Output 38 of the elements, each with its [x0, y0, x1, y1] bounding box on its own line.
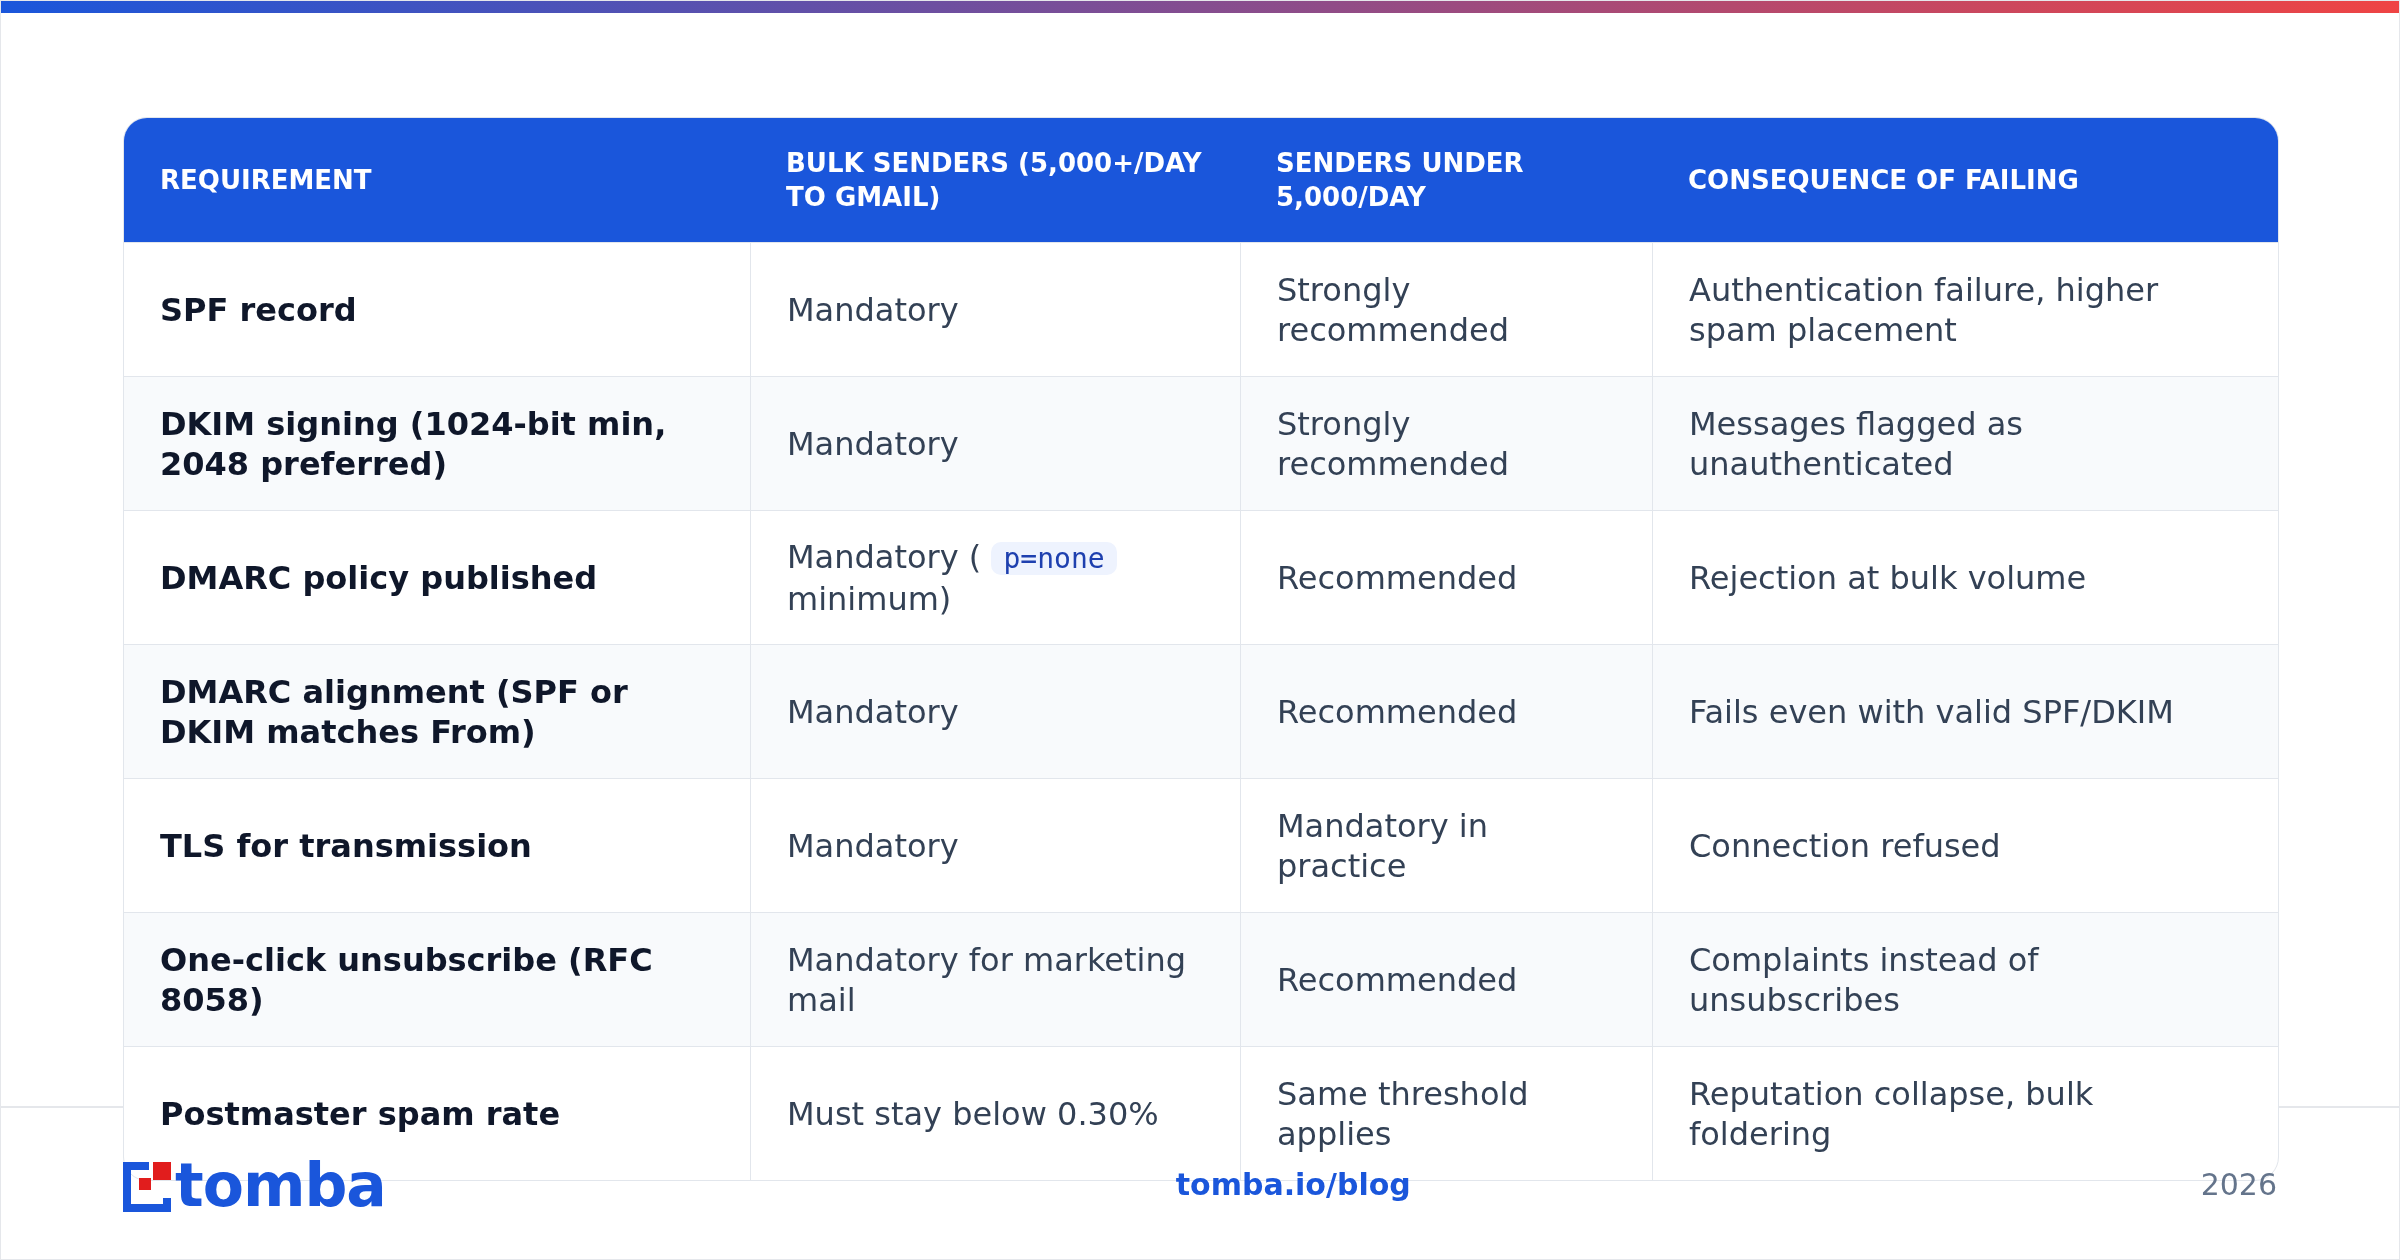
table-cell-text: Complaints instead of unsubscribes [1689, 939, 2040, 1020]
table-cell: Mandatory [787, 691, 959, 732]
table-cell-text: Same threshold applies [1277, 1073, 1530, 1154]
column-header: REQUIREMENT [160, 164, 372, 197]
table-cell: Recommended [1277, 691, 1518, 732]
table-cell-text: Mandatory for marketing mail [787, 939, 1188, 1020]
table-cell-text: Strongly recommended [1277, 269, 1510, 350]
year-text: 2026 [2200, 1167, 2277, 1202]
table-cell: Recommended [1277, 557, 1518, 598]
table-cell: Recommended [1277, 959, 1518, 1000]
column-header: CONSEQUENCE OF FAILING [1688, 164, 2079, 197]
table-cell: Mandatory [787, 423, 959, 464]
table-cell: Connection refused [1689, 825, 2001, 866]
table-cell: TLS for transmission [160, 825, 532, 866]
table-cell: Mandatory [787, 289, 959, 330]
table-cell: Mandatory [787, 825, 959, 866]
table-cell-text: One-click unsubscribe (RFC 8058) [160, 939, 654, 1020]
table-cell: SPF record [160, 289, 357, 330]
table-cell: Must stay below 0.30% [787, 1093, 1159, 1134]
logo-icon [123, 1161, 171, 1212]
code-chip: p=none [991, 541, 1117, 575]
table-cell-text: Messages flagged as unauthenticated [1689, 403, 2024, 484]
table-cell-text: DMARC alignment (SPF or DKIM matches From) [160, 671, 629, 752]
table-cell: Rejection at bulk volume [1689, 557, 2087, 598]
blog-link[interactable]: tomba.io/blog [1175, 1167, 1411, 1202]
logo-text: tomba [175, 1157, 386, 1212]
table-cell: Fails even with valid SPF/DKIM [1689, 691, 2174, 732]
cell-text: Mandatory ( [787, 537, 982, 576]
table-cell-text: DKIM signing (1024-bit min, 2048 preferred) [160, 403, 668, 484]
table-cell-text: Reputation collapse, bulk foldering [1689, 1073, 2095, 1154]
table-cell: Postmaster spam rate [160, 1093, 561, 1134]
table-cell-text: Mandatory in practice [1277, 805, 1489, 886]
table-cell-text: Authentication failure, higher spam placement [1689, 269, 2160, 350]
table-cell-text: Strongly recommended [1277, 403, 1510, 484]
table-cell: DMARC policy published [160, 557, 598, 598]
cell-text: minimum) [787, 579, 952, 618]
column-header: SENDERS UNDER 5,000/DAY [1276, 147, 1525, 214]
column-header: BULK SENDERS (5,000+/DAY TO GMAIL) [786, 147, 1203, 214]
